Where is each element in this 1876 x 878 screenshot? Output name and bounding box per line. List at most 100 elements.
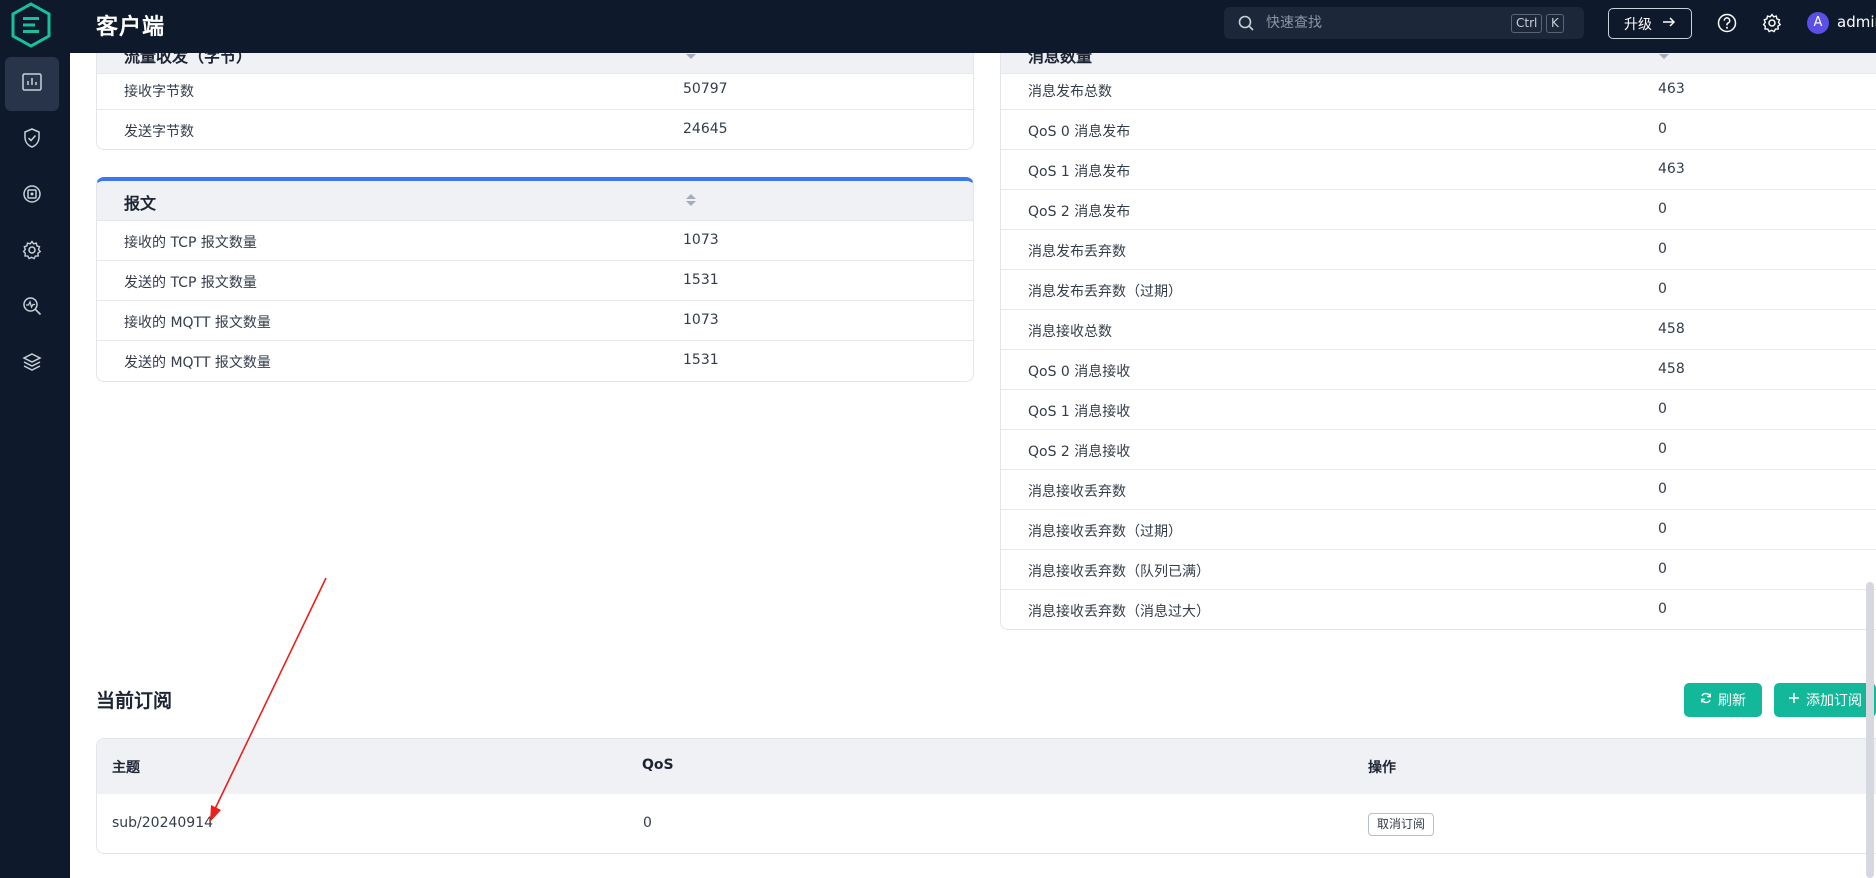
search-input[interactable] bbox=[1266, 12, 1486, 34]
row-value: 0 bbox=[1658, 561, 1667, 577]
sidebar-item-dashboard[interactable] bbox=[5, 57, 59, 111]
sidebar-item-management[interactable] bbox=[5, 225, 59, 279]
row-label: 消息接收丢弃数（队列已满） bbox=[1028, 564, 1210, 580]
diagnose-icon bbox=[22, 296, 42, 320]
table-header: 报文 bbox=[97, 181, 973, 221]
scrollbar[interactable] bbox=[1866, 582, 1874, 878]
row-value: 1073 bbox=[683, 232, 719, 248]
sidebar-item-integration[interactable] bbox=[5, 169, 59, 223]
table-row: 消息接收丢弃数（队列已满） 0 bbox=[1001, 550, 1876, 590]
row-value: 1073 bbox=[683, 312, 719, 328]
integration-icon bbox=[22, 184, 42, 208]
row-label: 发送的 TCP 报文数量 bbox=[124, 275, 257, 291]
row-label: 消息发布丢弃数（过期） bbox=[1028, 284, 1182, 300]
table-row: 发送的 TCP 报文数量 1531 bbox=[97, 261, 973, 301]
dashboard-icon bbox=[22, 73, 42, 95]
row-value: 50797 bbox=[683, 81, 728, 97]
row-value: 0 bbox=[1658, 281, 1667, 297]
card-title: 流量收发（字节） bbox=[124, 53, 253, 66]
table-row: 消息接收总数 458 bbox=[1001, 310, 1876, 350]
sort-icon[interactable] bbox=[686, 192, 696, 208]
row-label: 消息接收总数 bbox=[1028, 324, 1112, 340]
unsubscribe-button[interactable]: 取消订阅 bbox=[1368, 813, 1435, 836]
row-label: 消息发布丢弃数 bbox=[1028, 244, 1126, 260]
row-value: 0 bbox=[1658, 441, 1667, 457]
main-content: 流量收发（字节） 接收字节数 50797 发送字节数 24645 报文 接收的 … bbox=[70, 53, 1876, 878]
shortcut-ctrl-key: Ctrl bbox=[1511, 14, 1543, 33]
table-row: 发送的 MQTT 报文数量 1531 bbox=[97, 341, 973, 381]
row-value: 458 bbox=[1658, 321, 1685, 337]
row-label: 消息接收丢弃数（消息过大） bbox=[1028, 604, 1210, 620]
subscription-qos: 0 bbox=[643, 815, 652, 831]
messages-card: 消息数量 消息发布总数 463 QoS 0 消息发布 0 QoS 1 消息发布 463… bbox=[1000, 53, 1876, 630]
row-value: 0 bbox=[1658, 241, 1667, 257]
emqx-logo-icon[interactable] bbox=[10, 2, 52, 48]
row-label: QoS 1 消息接收 bbox=[1028, 404, 1131, 420]
row-label: 消息接收丢弃数（过期） bbox=[1028, 524, 1182, 540]
subscriptions-table: 主题 QoS 操作 sub/20240914 0 取消订阅 bbox=[96, 738, 1876, 854]
row-value: 1531 bbox=[683, 352, 719, 368]
help-icon[interactable] bbox=[1717, 13, 1737, 33]
table-row: 消息接收丢弃数 0 bbox=[1001, 470, 1876, 510]
add-subscription-button[interactable]: 添加订阅 bbox=[1774, 683, 1876, 717]
layers-icon bbox=[22, 352, 42, 376]
refresh-button[interactable]: 刷新 bbox=[1684, 683, 1762, 717]
search-icon bbox=[1238, 15, 1254, 35]
row-label: QoS 1 消息发布 bbox=[1028, 164, 1131, 180]
shortcut-k-key: K bbox=[1546, 14, 1564, 33]
row-value: 0 bbox=[1658, 521, 1667, 537]
row-label: QoS 2 消息接收 bbox=[1028, 444, 1131, 460]
user-name[interactable]: admin bbox=[1837, 13, 1876, 31]
table-row: 接收字节数 50797 bbox=[97, 70, 973, 110]
sort-icon[interactable] bbox=[1659, 53, 1669, 61]
table-row: 消息接收丢弃数（消息过大） 0 bbox=[1001, 590, 1876, 629]
row-value: 458 bbox=[1658, 361, 1685, 377]
table-row: sub/20240914 0 取消订阅 bbox=[97, 794, 1876, 853]
row-label: 发送的 MQTT 报文数量 bbox=[124, 355, 271, 371]
settings-gear-icon[interactable] bbox=[1762, 13, 1782, 33]
row-label: 消息发布总数 bbox=[1028, 84, 1112, 100]
row-label: 接收字节数 bbox=[124, 84, 194, 100]
column-action: 操作 bbox=[1368, 760, 1396, 776]
table-header: 主题 QoS 操作 bbox=[97, 739, 1876, 794]
column-qos: QoS bbox=[642, 757, 674, 773]
upgrade-button[interactable]: 升级 bbox=[1608, 8, 1692, 39]
table-row: 接收的 TCP 报文数量 1073 bbox=[97, 221, 973, 261]
add-subscription-label: 添加订阅 bbox=[1806, 693, 1862, 709]
row-label: QoS 0 消息接收 bbox=[1028, 364, 1131, 380]
sidebar-item-access-control[interactable] bbox=[5, 113, 59, 167]
row-value: 0 bbox=[1658, 201, 1667, 217]
table-row: 消息发布总数 463 bbox=[1001, 70, 1876, 110]
table-row: 消息接收丢弃数（过期） 0 bbox=[1001, 510, 1876, 550]
upgrade-label: 升级 bbox=[1624, 16, 1652, 33]
sidebar-item-extensions[interactable] bbox=[5, 337, 59, 391]
sidebar-item-diagnose[interactable] bbox=[5, 281, 59, 335]
top-bar: 客户端 Ctrl K 升级 A admin bbox=[0, 0, 1876, 53]
row-label: QoS 2 消息发布 bbox=[1028, 204, 1131, 220]
table-row: QoS 2 消息接收 0 bbox=[1001, 430, 1876, 470]
subscriptions-title: 当前订阅 bbox=[96, 690, 173, 712]
packets-card: 报文 接收的 TCP 报文数量 1073 发送的 TCP 报文数量 1531 接… bbox=[96, 177, 974, 382]
row-value: 463 bbox=[1658, 81, 1685, 97]
arrow-right-icon bbox=[1662, 16, 1676, 32]
quick-search[interactable]: Ctrl K bbox=[1224, 7, 1584, 39]
card-title: 消息数量 bbox=[1028, 53, 1093, 66]
page-title: 客户端 bbox=[96, 15, 166, 40]
table-row: QoS 0 消息接收 458 bbox=[1001, 350, 1876, 390]
table-row: QoS 1 消息发布 463 bbox=[1001, 150, 1876, 190]
row-label: 消息接收丢弃数 bbox=[1028, 484, 1126, 500]
row-label: 接收的 TCP 报文数量 bbox=[124, 235, 257, 251]
traffic-bytes-card: 流量收发（字节） 接收字节数 50797 发送字节数 24645 bbox=[96, 53, 974, 150]
table-row: 消息发布丢弃数（过期） 0 bbox=[1001, 270, 1876, 310]
sidebar bbox=[0, 53, 70, 878]
settings-cog-icon bbox=[22, 240, 42, 264]
column-topic: 主题 bbox=[112, 760, 140, 776]
row-value: 0 bbox=[1658, 601, 1667, 617]
user-avatar[interactable]: A bbox=[1807, 12, 1829, 34]
table-row: QoS 1 消息接收 0 bbox=[1001, 390, 1876, 430]
sort-icon[interactable] bbox=[686, 53, 696, 61]
table-row: 消息发布丢弃数 0 bbox=[1001, 230, 1876, 270]
row-value: 0 bbox=[1658, 121, 1667, 137]
card-title: 报文 bbox=[124, 194, 157, 213]
row-label: 发送字节数 bbox=[124, 124, 194, 140]
